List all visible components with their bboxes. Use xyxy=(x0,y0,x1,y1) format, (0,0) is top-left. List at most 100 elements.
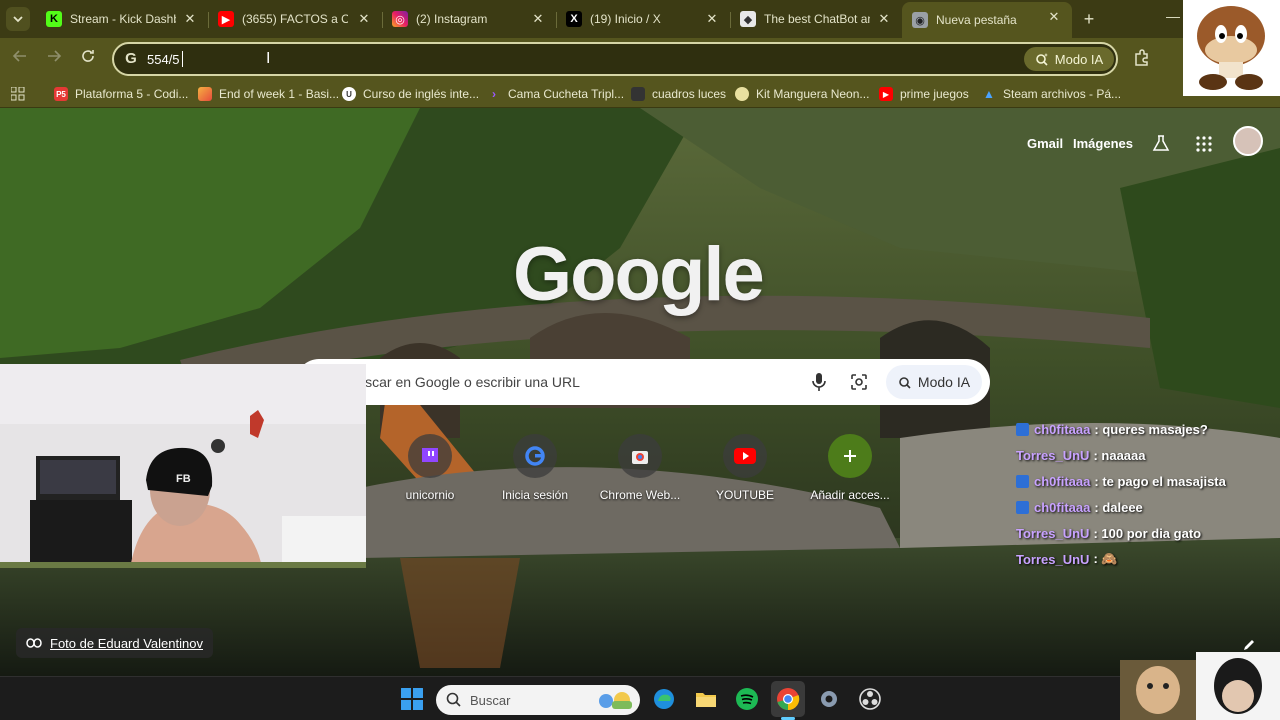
bookmark-item[interactable]: › Cama Cucheta Tripl... xyxy=(487,86,624,102)
tab-chatbot[interactable]: ◆ The best ChatBot and ✕ xyxy=(730,4,902,34)
edge-icon[interactable] xyxy=(652,687,676,711)
minimize-button[interactable]: — xyxy=(1166,8,1180,28)
close-icon[interactable]: ✕ xyxy=(356,11,372,27)
avatar[interactable] xyxy=(1233,126,1263,156)
tab-strip: K Stream - Kick Dashboard ✕ ▶ (3655) FAC… xyxy=(0,0,1280,38)
taskbar-search[interactable]: Buscar xyxy=(436,685,640,715)
close-icon[interactable]: ✕ xyxy=(530,11,546,27)
new-tab-button[interactable]: + xyxy=(1078,8,1100,30)
obs-icon[interactable] xyxy=(858,687,882,711)
streamer-avatars-overlay xyxy=(1120,652,1280,720)
shortcut-tile[interactable]: YOUTUBE xyxy=(695,434,795,502)
spotify-icon[interactable] xyxy=(735,687,759,711)
shortcut-tile[interactable]: Inicia sesión xyxy=(485,434,585,502)
chevron-down-icon xyxy=(13,16,23,23)
bookmark-item[interactable]: ▶ prime juegos xyxy=(879,86,969,102)
bookmark-label: Curso de inglés inte... xyxy=(363,87,480,101)
bookmark-favicon-icon xyxy=(198,87,212,101)
address-bar-text[interactable]: 554/5 xyxy=(147,52,180,67)
google-lens-icon[interactable] xyxy=(850,373,868,391)
chat-text: : 🙈 xyxy=(1093,551,1118,566)
windows-start-icon[interactable] xyxy=(400,687,424,711)
tab-title: (3655) FACTOS a OSU xyxy=(242,12,348,26)
goomba-overlay-image xyxy=(1183,0,1280,96)
chat-message: ch0fitaaa: queres masajes? xyxy=(1016,416,1278,442)
tab-kick[interactable]: K Stream - Kick Dashboard ✕ xyxy=(36,4,208,34)
modo-ia-label: Modo IA xyxy=(917,374,971,390)
search-icon xyxy=(446,692,461,707)
bookmark-label: cuadros luces xyxy=(652,87,727,101)
bookmark-favicon-icon xyxy=(631,87,645,101)
close-icon[interactable]: ✕ xyxy=(182,11,198,27)
webcam-overlay: FB xyxy=(0,364,366,568)
ai-search-icon xyxy=(1035,53,1048,66)
bookmark-item[interactable]: U Curso de inglés inte... xyxy=(342,86,479,102)
link-icon xyxy=(26,638,42,648)
modo-ia-label: Modo IA xyxy=(1054,51,1104,67)
bookmark-favicon-icon: P5 xyxy=(54,87,68,101)
bookmark-item[interactable]: P5 Plataforma 5 - Codi... xyxy=(54,86,188,102)
gmail-link[interactable]: Gmail xyxy=(1027,136,1063,151)
address-bar[interactable]: G 554/5 Modo IA xyxy=(112,42,1118,76)
chat-username: ch0fitaaa xyxy=(1034,473,1091,489)
chrome-newtab-icon: ◉ xyxy=(912,12,928,28)
forward-button[interactable] xyxy=(43,48,65,70)
modo-ia-button[interactable]: Modo IA xyxy=(1024,47,1114,71)
reload-button[interactable] xyxy=(77,48,99,70)
text-cursor-icon: I xyxy=(266,50,271,67)
shortcut-tile[interactable]: Chrome Web... xyxy=(590,434,690,502)
shortcut-tile[interactable]: unicornio xyxy=(380,434,480,502)
bookmark-item[interactable]: Kit Manguera Neon... xyxy=(735,86,869,102)
bookmark-item[interactable]: ▲ Steam archivos - Pá... xyxy=(982,86,1121,102)
chat-username: Torres_UnU xyxy=(1016,447,1090,463)
chat-text: : naaaaa xyxy=(1093,447,1146,463)
apps-grid-icon[interactable] xyxy=(1196,136,1212,152)
search-highlight-icon xyxy=(599,692,632,709)
shortcut-label: YOUTUBE xyxy=(715,488,774,502)
chat-message: Torres_UnU: 100 por dia gato xyxy=(1016,520,1278,546)
shortcut-label: Chrome Web... xyxy=(599,488,681,502)
apps-grid-icon[interactable] xyxy=(10,86,25,101)
toolbar: G 554/5 Modo IA xyxy=(0,38,1280,80)
labs-flask-icon[interactable] xyxy=(1152,134,1170,152)
close-icon[interactable]: ✕ xyxy=(1046,9,1062,25)
chat-username: ch0fitaaa xyxy=(1034,421,1091,437)
arrow-left-icon xyxy=(12,50,26,62)
bookmark-label: End of week 1 - Basi... xyxy=(219,87,340,101)
chat-text: : queres masajes? xyxy=(1094,421,1208,437)
tab-instagram[interactable]: ◎ (2) Instagram ✕ xyxy=(382,4,556,34)
microphone-icon[interactable] xyxy=(812,372,826,392)
chrome-icon[interactable] xyxy=(776,687,800,711)
file-explorer-icon[interactable] xyxy=(694,687,718,711)
close-icon[interactable]: ✕ xyxy=(876,11,892,27)
shortcut-tile[interactable]: Añadir acces... xyxy=(800,434,900,502)
back-button[interactable] xyxy=(9,48,31,70)
chat-message: Torres_UnU: 🙈 xyxy=(1016,546,1278,572)
chat-username: Torres_UnU xyxy=(1016,525,1090,541)
settings-gear-icon[interactable] xyxy=(817,687,841,711)
chat-username: ch0fitaaa xyxy=(1034,499,1091,515)
modo-ia-search-button[interactable]: Modo IA xyxy=(886,365,982,399)
bookmark-label: prime juegos xyxy=(900,87,969,101)
chat-text: : daleee xyxy=(1094,499,1143,515)
bookmark-item[interactable]: End of week 1 - Basi... xyxy=(198,86,339,102)
add-icon xyxy=(828,434,872,478)
tab-title: Stream - Kick Dashboard xyxy=(70,12,176,26)
text-caret xyxy=(182,51,183,67)
chat-message: Torres_UnU: naaaaa xyxy=(1016,442,1278,468)
tab-x[interactable]: X (19) Inicio / X ✕ xyxy=(556,4,730,34)
bookmark-item[interactable]: cuadros luces xyxy=(631,86,726,102)
close-icon[interactable]: ✕ xyxy=(704,11,720,27)
tab-search-menu-button[interactable] xyxy=(6,7,30,31)
tab-new-tab[interactable]: ◉ Nueva pestaña ✕ xyxy=(902,2,1072,38)
photo-credit-link[interactable]: Foto de Eduard Valentinov xyxy=(16,628,213,658)
extensions-button[interactable] xyxy=(1132,48,1152,68)
chat-badge-icon xyxy=(1016,500,1029,514)
search-box[interactable]: Buscar en Google o escribir una URL Modo… xyxy=(296,359,990,405)
instagram-icon: ◎ xyxy=(392,11,408,27)
pencil-icon[interactable] xyxy=(1242,638,1256,652)
images-link[interactable]: Imágenes xyxy=(1073,136,1133,151)
shortcut-label: Añadir acces... xyxy=(810,488,890,502)
bookmark-label: Cama Cucheta Tripl... xyxy=(508,87,625,101)
tab-youtube[interactable]: ▶ (3655) FACTOS a OSU ✕ xyxy=(208,4,382,34)
